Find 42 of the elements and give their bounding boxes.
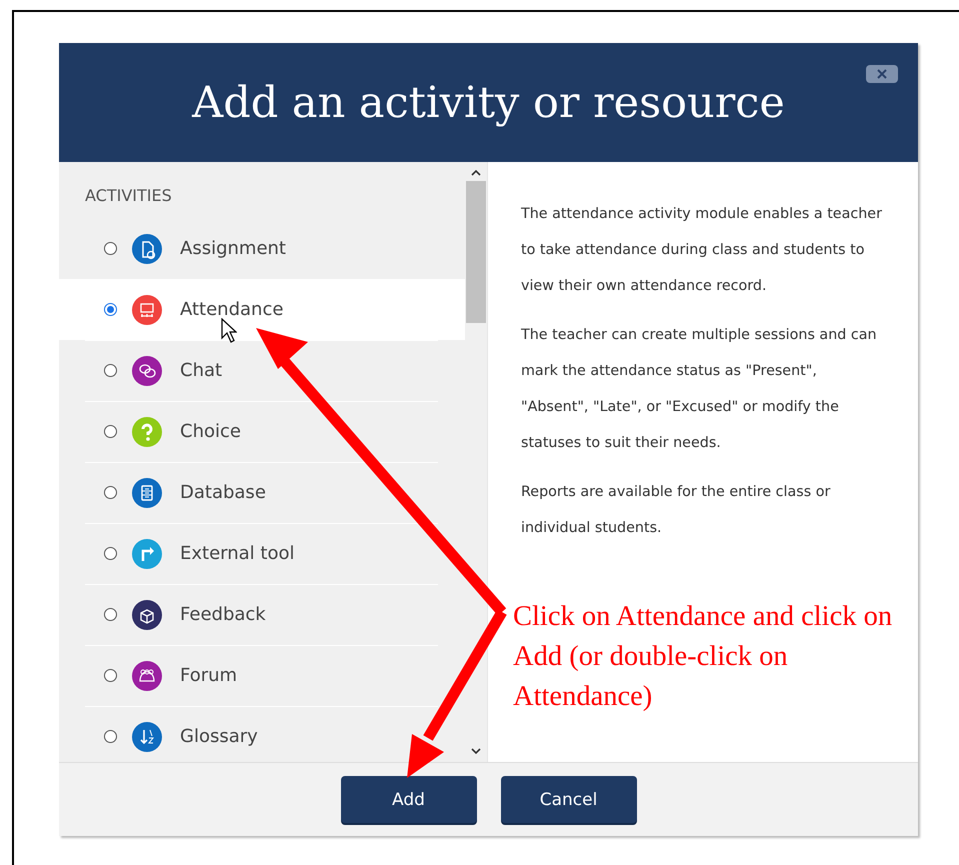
radio-button[interactable] (104, 608, 117, 621)
dialog-button[interactable]: Cancel (500, 776, 636, 823)
radio-button[interactable] (104, 669, 117, 682)
description-text: The attendance activity module enables a teacher to take attendance during class and students to view their own attendance record. (521, 205, 883, 296)
annotation-text: Click on Attendance and click on Add (or double-click on Attendance) (513, 600, 894, 714)
scroll-thumb[interactable] (466, 181, 486, 323)
radio-button[interactable] (104, 425, 117, 438)
close-button[interactable] (866, 65, 898, 83)
activity-item[interactable]: Database (59, 462, 465, 523)
mouse-pointer-icon (221, 318, 237, 344)
activity-item[interactable]: Assignment (59, 218, 465, 279)
radio-button[interactable] (104, 547, 117, 560)
activity-item[interactable]: Choice (59, 401, 465, 462)
radio-button[interactable] (104, 364, 117, 377)
activity-label: Feedback (180, 604, 266, 625)
radio-button[interactable] (104, 303, 117, 316)
scroll-up-icon[interactable] (471, 169, 481, 177)
activity-label: Assignment (180, 238, 286, 259)
activity-label: External tool (180, 543, 294, 564)
close-icon (876, 69, 888, 79)
description-text: The teacher can create multiple sessions and can mark the attendance status as "Present", "Absent", "Late", or "Excused" or modify the statuses to suit their needs. (521, 326, 878, 453)
dialog-title: Add an activity or resource (192, 78, 785, 128)
radio-button[interactable] (104, 486, 117, 499)
activity-label: Chat (180, 360, 222, 381)
activity-item[interactable]: Attendance (59, 279, 465, 340)
radio-button[interactable] (104, 242, 117, 255)
activity-label: Attendance (180, 299, 284, 320)
scroll-down-icon[interactable] (471, 747, 481, 755)
activity-item[interactable]: External tool (59, 523, 465, 584)
section-heading: ACTIVITIES (84, 185, 173, 207)
activity-item[interactable]: Glossary (59, 706, 465, 762)
radio-button[interactable] (104, 730, 117, 743)
activity-label: Database (180, 482, 266, 503)
activity-label: Choice (180, 421, 241, 442)
description-text: Reports are available for the entire class or individual students. (521, 483, 832, 538)
activity-item[interactable]: Feedback (59, 584, 465, 645)
activity-label: Glossary (180, 726, 258, 747)
activity-item[interactable]: Chat (59, 340, 465, 401)
activity-label: Forum (180, 665, 238, 686)
activity-item[interactable]: Forum (59, 645, 465, 706)
scrollbar[interactable] (465, 162, 487, 762)
dialog-button[interactable]: Add (340, 776, 476, 823)
